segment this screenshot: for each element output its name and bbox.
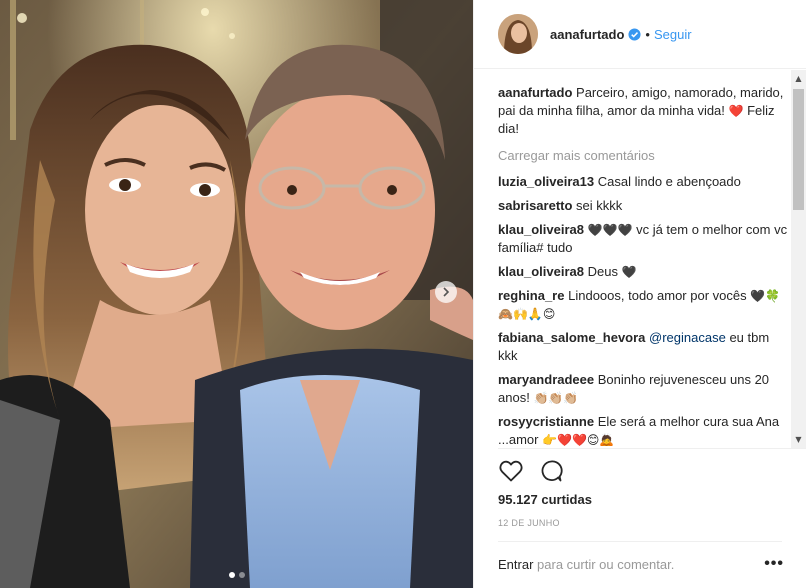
carousel-dot-2 xyxy=(238,572,245,578)
comments-list: aanafurtado Parceiro, amigo, namorado, m… xyxy=(498,84,788,446)
list-item: klau_oliveira8 🖤🖤🖤 vc já tem o melhor co… xyxy=(498,221,788,257)
list-item: sabrisaretto sei kkkk xyxy=(498,197,788,215)
post-photo[interactable] xyxy=(0,0,473,588)
comment-username[interactable]: rosyycristianne xyxy=(498,414,594,429)
list-item: luzia_oliveira13 Casal lindo e abençoado xyxy=(498,173,788,191)
comment-username[interactable]: klau_oliveira8 xyxy=(498,222,584,237)
scroll-down-icon[interactable]: ▼ xyxy=(791,431,806,448)
avatar-image xyxy=(498,14,538,54)
list-item: rosyycristianne Ele será a melhor cura s… xyxy=(498,413,788,446)
carousel-dot-1 xyxy=(228,572,235,578)
comment-username[interactable]: sabrisaretto xyxy=(498,198,572,213)
list-item: reghina_re Lindooos, todo amor por vocês… xyxy=(498,287,788,323)
load-more-comments-link[interactable]: Carregar mais comentários xyxy=(498,147,788,165)
comment-username[interactable]: klau_oliveira8 xyxy=(498,264,584,279)
likes-count[interactable]: 95.127 curtidas xyxy=(498,492,592,507)
follow-button[interactable]: Seguir xyxy=(654,27,692,42)
caption: aanafurtado Parceiro, amigo, namorado, m… xyxy=(498,84,788,138)
like-button[interactable] xyxy=(498,458,524,484)
login-link[interactable]: Entrar xyxy=(498,557,533,572)
comment-username[interactable]: luzia_oliveira13 xyxy=(498,174,594,189)
comment-emoji: 🖤 xyxy=(621,265,637,279)
list-item: klau_oliveira8 Deus 🖤 xyxy=(498,263,788,281)
carousel-indicator xyxy=(0,572,473,578)
post-header: aanafurtado • Seguir xyxy=(474,0,806,69)
post-date[interactable]: 12 DE JUNHO xyxy=(498,518,560,528)
list-item: maryandradeee Boninho rejuvenesceu uns 2… xyxy=(498,371,788,407)
carousel-next-button[interactable] xyxy=(435,281,457,303)
caption-username[interactable]: aanafurtado xyxy=(498,85,572,100)
caption-emoji: ❤️ xyxy=(728,104,744,118)
comment-emoji: 👉❤️❤️😊🙇 xyxy=(542,433,615,446)
heart-icon xyxy=(499,460,523,482)
comment-emoji: 👏🏼👏🏼👏🏼 xyxy=(533,391,579,405)
comment-username[interactable]: reghina_re xyxy=(498,288,564,303)
comment-username[interactable]: fabiana_salome_hevora xyxy=(498,330,645,345)
scrollbar-thumb[interactable] xyxy=(793,89,804,210)
login-to-comment: Entrar para curtir ou comentar. xyxy=(498,557,674,572)
comment-username[interactable]: maryandradeee xyxy=(498,372,594,387)
post-actions xyxy=(498,458,564,484)
comment-text: Casal lindo e abençoado xyxy=(597,174,741,189)
comment-text: Deus xyxy=(587,264,618,279)
divider xyxy=(498,541,782,542)
avatar[interactable] xyxy=(498,14,538,54)
comment-button[interactable] xyxy=(538,458,564,484)
comment-text: Lindooos, todo amor por vocês xyxy=(568,288,747,303)
comment-text: sei kkkk xyxy=(576,198,623,213)
header-separator: • xyxy=(645,26,650,42)
header-username[interactable]: aanafurtado xyxy=(550,27,624,42)
comment-emoji: 🖤🖤🖤 xyxy=(587,223,633,237)
comments-scrollbar[interactable]: ▲ ▼ xyxy=(791,70,806,448)
verified-badge-icon xyxy=(628,27,641,41)
comment-mention-link[interactable]: @reginacase xyxy=(649,330,726,345)
login-prompt-text: para curtir ou comentar. xyxy=(537,557,675,572)
couple-selfie-image xyxy=(0,0,473,588)
list-item: fabiana_salome_hevora @reginacase eu tbm… xyxy=(498,329,788,365)
comment-bubble-icon xyxy=(541,460,563,482)
more-options-button[interactable]: ••• xyxy=(764,556,784,572)
chevron-right-icon xyxy=(443,287,450,297)
scroll-up-icon[interactable]: ▲ xyxy=(791,70,806,87)
divider xyxy=(498,448,806,449)
post-sidebar: aanafurtado • Seguir aanafurtado Parceir… xyxy=(473,0,806,588)
